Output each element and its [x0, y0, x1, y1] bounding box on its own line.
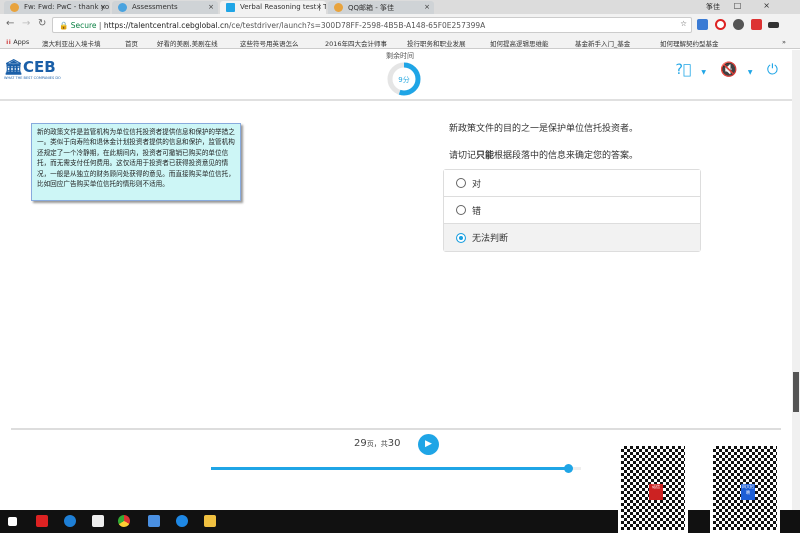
- radio-button-selected[interactable]: [456, 232, 466, 243]
- app-icon[interactable]: [148, 515, 160, 527]
- option-cannot-say[interactable]: 无法判断: [444, 224, 700, 251]
- close-icon[interactable]: ×: [316, 3, 322, 11]
- option-false[interactable]: 错: [444, 197, 700, 224]
- address-bar-row: ← → ↻ 🔒 Secure | https://talentcentral.c…: [0, 14, 800, 36]
- extension-icon[interactable]: [751, 19, 762, 30]
- extension-icon[interactable]: [768, 22, 779, 28]
- timer-value: 9分: [398, 76, 410, 84]
- play-icon: ▶: [425, 439, 432, 449]
- app-icon[interactable]: [36, 515, 48, 527]
- tab-icon: [226, 3, 235, 12]
- file-explorer-icon[interactable]: [204, 515, 216, 527]
- bookmark[interactable]: 如何提高逻辑思维能: [490, 38, 549, 48]
- browser-tab[interactable]: Fw: Fwd: PwC - thank yo ×: [4, 1, 110, 14]
- more-bookmarks-icon[interactable]: »: [782, 38, 786, 46]
- ceb-logo: 🏛CEB WHAT THE BEST COMPANIES DO: [4, 58, 61, 80]
- app-icon[interactable]: [176, 515, 188, 527]
- timer-label: 剩余时间: [386, 52, 414, 60]
- browser-tab-active[interactable]: Verbal Reasoning test | T ×: [220, 1, 326, 14]
- star-icon[interactable]: ☆: [680, 19, 687, 28]
- tab-icon: [118, 3, 127, 12]
- bookmark-apps[interactable]: ⁞⁞ Apps: [6, 38, 29, 46]
- instructions: 请切记只能根据段落中的信息来确定您的答案。: [449, 151, 639, 161]
- help-icon[interactable]: ?⃝: [675, 62, 691, 78]
- browser-tab[interactable]: QQ邮箱 - 筝佳 ×: [328, 1, 434, 14]
- answer-options: 对 错 无法判断: [443, 169, 701, 252]
- progress-knob: [564, 464, 574, 473]
- bookmarks-bar: ⁞⁞ Apps 澳大利亚出入境卡填 首页 好看的美剧,美剧在线 这些符号用英语怎…: [0, 36, 800, 49]
- bookmark[interactable]: 好看的美剧,美剧在线: [157, 38, 218, 48]
- mail-icon: [10, 3, 19, 12]
- bookmark[interactable]: 基金新手入门_基金: [575, 38, 630, 48]
- opera-icon[interactable]: [715, 19, 726, 30]
- bookmark[interactable]: 首页: [125, 38, 138, 48]
- chevron-down-icon[interactable]: ▼: [701, 69, 706, 76]
- qr-code: 诺信: [618, 443, 688, 533]
- divider: [11, 428, 781, 430]
- back-icon[interactable]: ←: [6, 18, 14, 29]
- sound-muted-icon[interactable]: 🔇: [720, 62, 737, 78]
- exit-icon[interactable]: ⏻: [767, 62, 778, 78]
- next-button[interactable]: ▶: [418, 434, 439, 455]
- chevron-down-icon[interactable]: ▼: [748, 69, 753, 76]
- window-controls[interactable]: –□×: [708, 1, 792, 10]
- extension-icon[interactable]: [697, 19, 708, 30]
- bookmark[interactable]: 澳大利亚出入境卡填: [42, 38, 101, 48]
- bookmark[interactable]: 2016年四大会计师事: [325, 38, 387, 48]
- extension-icon[interactable]: [733, 19, 744, 30]
- option-true[interactable]: 对: [444, 170, 700, 197]
- bookmark[interactable]: 投行职务和职业发展: [407, 38, 466, 48]
- close-icon[interactable]: ×: [424, 3, 430, 11]
- reload-icon[interactable]: ↻: [38, 18, 46, 29]
- windows-start-icon[interactable]: [8, 517, 17, 526]
- test-header: 🏛CEB WHAT THE BEST COMPANIES DO 剩余时间 9分 ?…: [0, 49, 800, 101]
- edge-icon[interactable]: [64, 515, 76, 527]
- page-scrollbar[interactable]: [792, 50, 800, 510]
- store-icon[interactable]: [92, 515, 104, 527]
- page-indicator: 29页，共30: [354, 438, 401, 449]
- bookmark[interactable]: 如何理解契约型基金: [660, 38, 719, 48]
- close-icon[interactable]: ×: [100, 3, 106, 11]
- tab-strip: Fw: Fwd: PwC - thank yo × Assessments × Ve…: [0, 0, 800, 14]
- chrome-icon[interactable]: [118, 515, 130, 527]
- forward-icon[interactable]: →: [22, 18, 30, 29]
- progress-bar: [211, 467, 581, 470]
- radio-button[interactable]: [456, 205, 466, 215]
- browser-tab[interactable]: Assessments ×: [112, 1, 218, 14]
- question-statement: 新政策文件的目的之一是保护单位信托投资者。: [449, 124, 639, 134]
- mail-icon: [334, 3, 343, 12]
- qr-code: 四大招聘: [710, 443, 780, 533]
- url-input[interactable]: 🔒 Secure | https://talentcentral.cebglob…: [52, 17, 692, 33]
- passage-text: 新的政策文件是监管机构为单位信托投资者提供信息和保护的举措之一。类似于向寿险和退…: [31, 123, 241, 201]
- radio-button[interactable]: [456, 178, 466, 188]
- close-icon[interactable]: ×: [208, 3, 214, 11]
- lock-icon: 🔒: [59, 21, 71, 30]
- bookmark[interactable]: 这些符号用英语怎么: [240, 38, 299, 48]
